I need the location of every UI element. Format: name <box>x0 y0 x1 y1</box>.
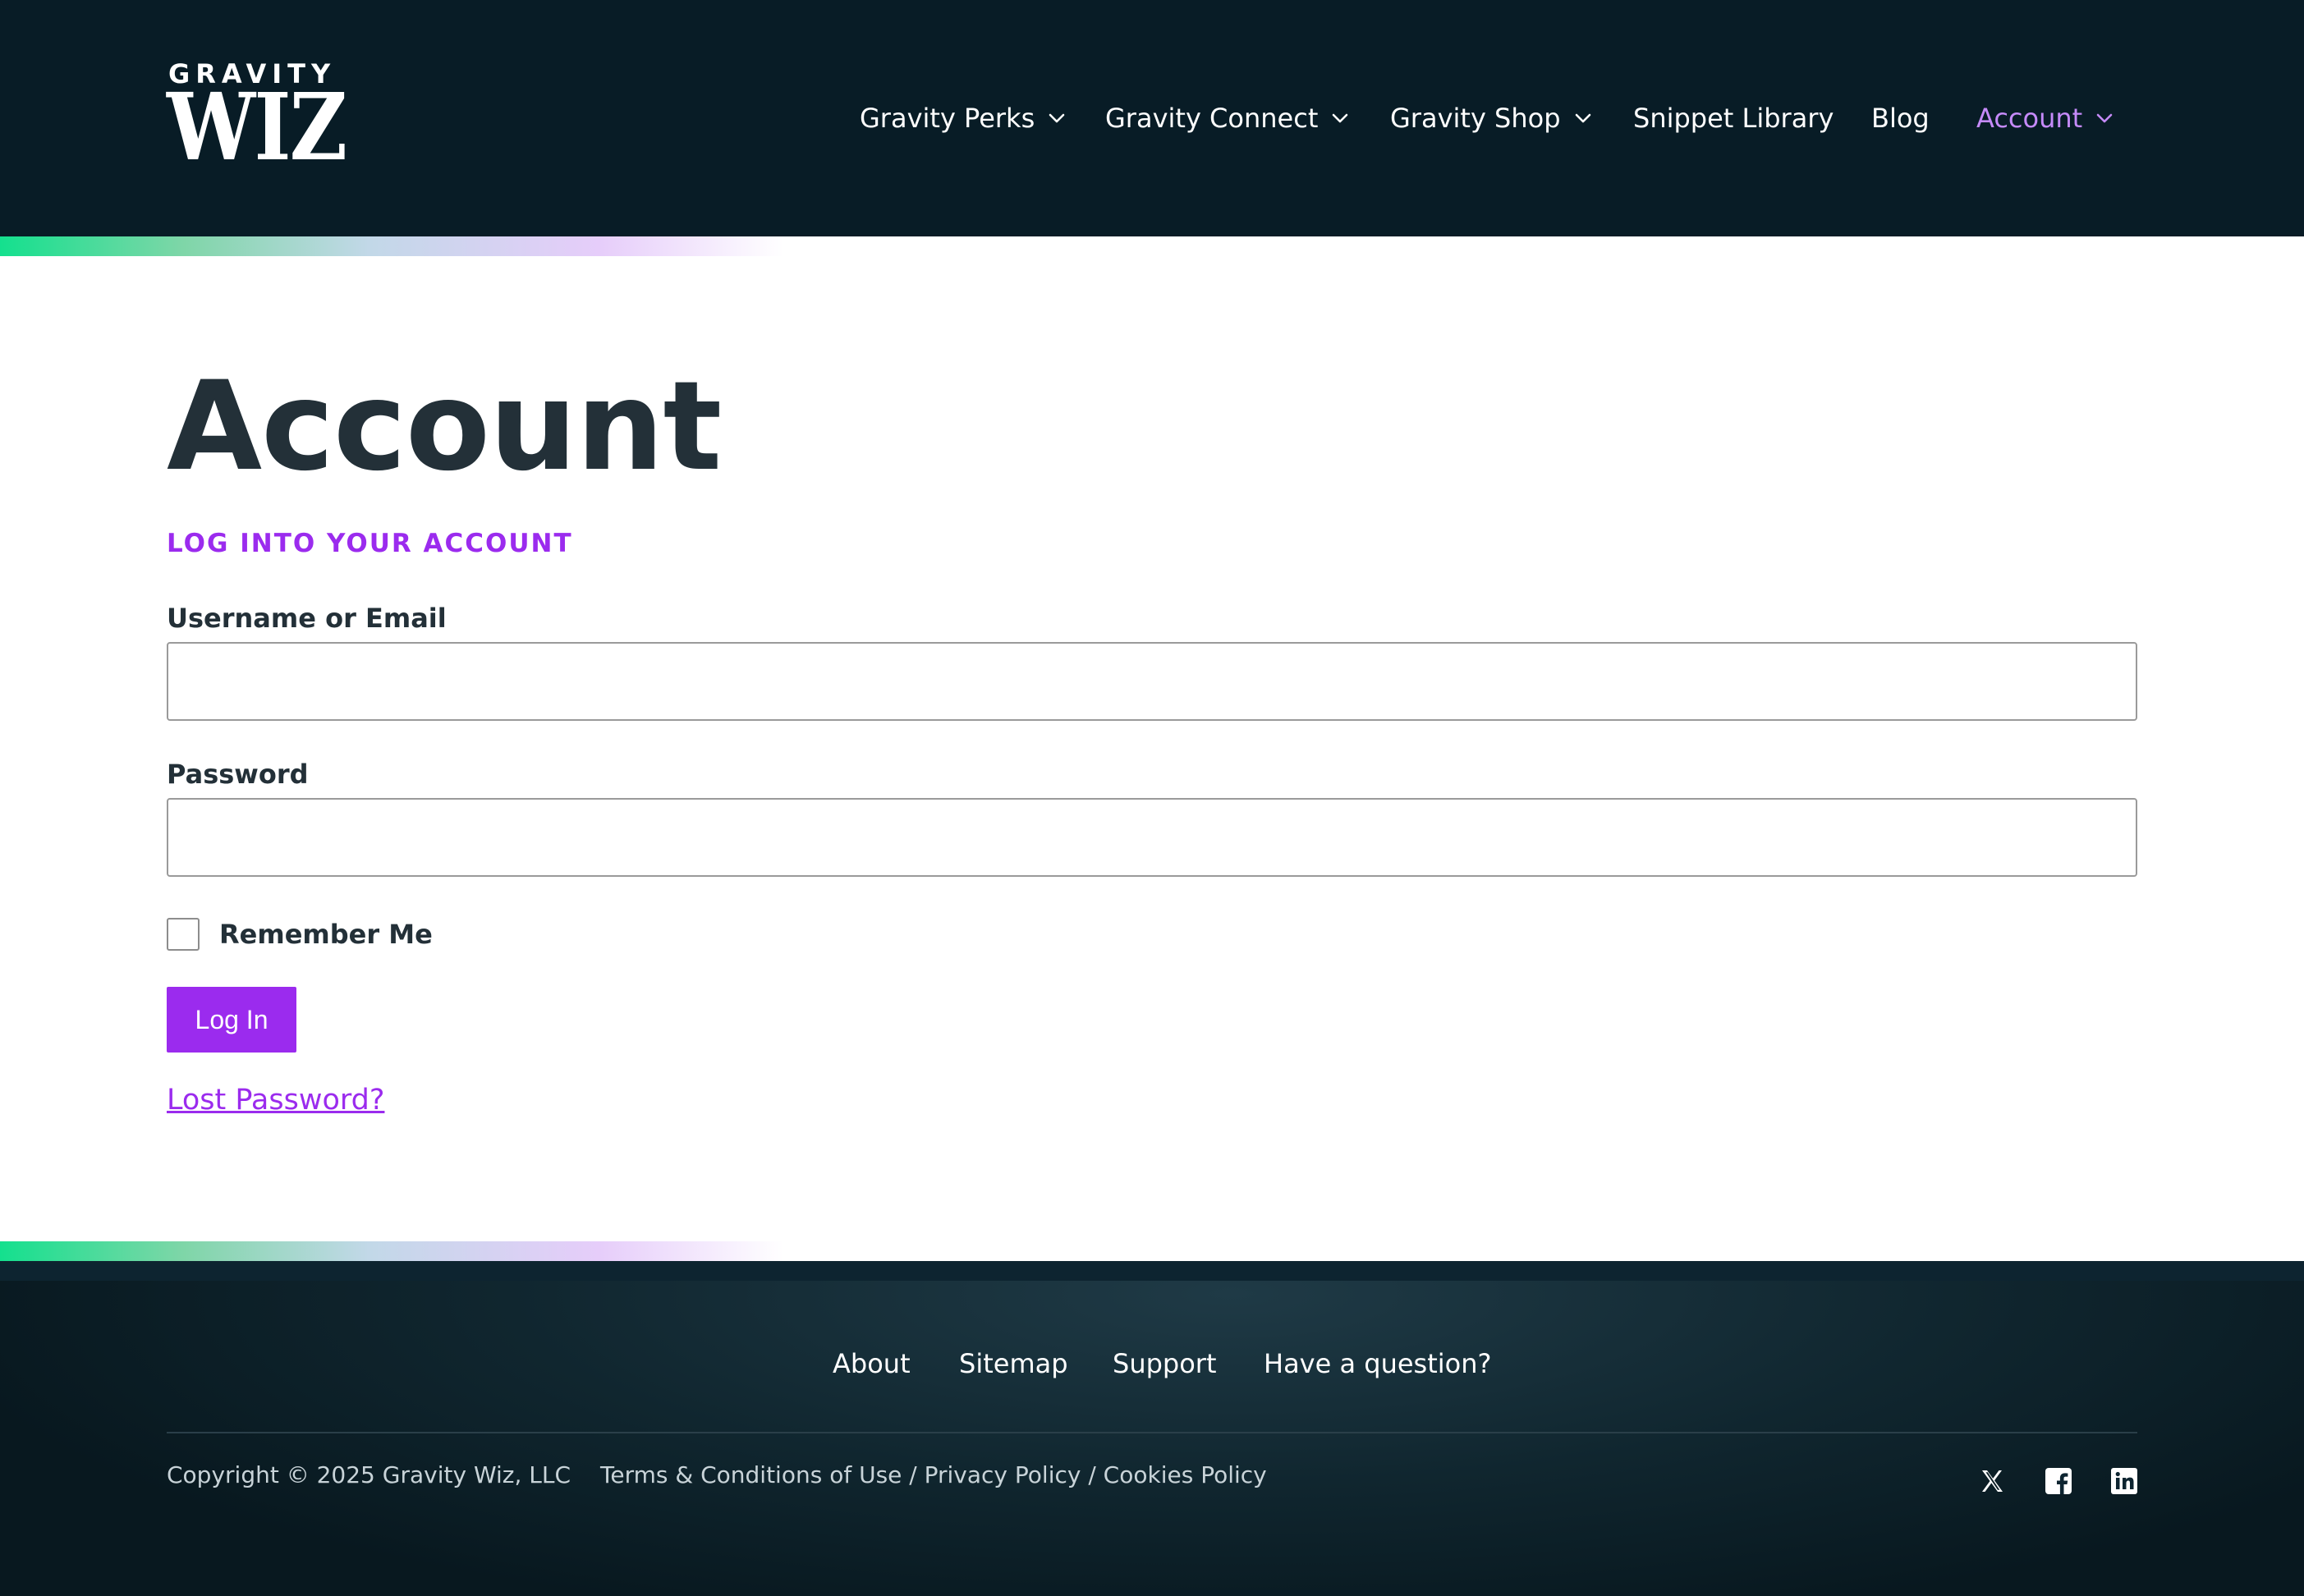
lost-password-link[interactable]: Lost Password? <box>167 1084 384 1117</box>
remember-me-label[interactable]: Remember Me <box>219 919 433 950</box>
nav-item-blog[interactable]: Blog <box>1871 95 1930 141</box>
copyright-text: Copyright © 2025 Gravity Wiz, LLC <box>167 1461 571 1488</box>
nav-item-gravity-shop[interactable]: Gravity Shop <box>1390 95 1594 141</box>
chevron-down-icon <box>1329 108 1351 129</box>
footer-nav: About Sitemap Support Have a question? <box>0 1348 2304 1394</box>
nav-item-label: Gravity Perks <box>860 103 1035 134</box>
footer-gradient-stripe <box>0 1241 2304 1281</box>
footer-link-about[interactable]: About <box>833 1348 911 1379</box>
chevron-down-icon <box>1572 108 1594 129</box>
site-footer: About Sitemap Support Have a question? C… <box>0 1261 2304 1596</box>
nav-item-label: Snippet Library <box>1633 103 1834 134</box>
password-input[interactable] <box>167 798 2137 877</box>
legal-links[interactable]: Terms & Conditions of Use / Privacy Poli… <box>600 1461 1267 1488</box>
main-nav: Gravity Perks Gravity Connect Gravity Sh… <box>0 95 2304 141</box>
nav-item-gravity-connect[interactable]: Gravity Connect <box>1105 95 1351 141</box>
username-label: Username or Email <box>167 603 447 634</box>
footer-link-question[interactable]: Have a question? <box>1264 1348 1491 1379</box>
footer-link-sitemap[interactable]: Sitemap <box>959 1348 1068 1379</box>
login-button[interactable]: Log In <box>167 987 296 1053</box>
page-title: Account <box>167 355 722 498</box>
password-label: Password <box>167 759 309 790</box>
facebook-icon[interactable] <box>2044 1466 2073 1496</box>
nav-item-label: Gravity Shop <box>1390 103 1561 134</box>
nav-item-gravity-perks[interactable]: Gravity Perks <box>860 95 1067 141</box>
nav-item-account[interactable]: Account <box>1976 95 2115 141</box>
username-input[interactable] <box>167 642 2137 721</box>
site-header: GRAVITY WIZ Gravity Perks Gravity Connec… <box>0 0 2304 236</box>
nav-item-label: Gravity Connect <box>1105 103 1319 134</box>
x-icon[interactable] <box>1977 1466 2007 1496</box>
footer-link-support[interactable]: Support <box>1113 1348 1217 1379</box>
nav-item-label: Blog <box>1871 103 1930 134</box>
chevron-down-icon <box>2094 108 2115 129</box>
remember-me-checkbox[interactable] <box>167 918 200 951</box>
section-heading: LOG INTO YOUR ACCOUNT <box>167 529 573 558</box>
footer-divider <box>167 1432 2137 1433</box>
remember-me-row: Remember Me <box>167 916 433 952</box>
linkedin-icon[interactable] <box>2109 1466 2139 1496</box>
header-gradient-stripe <box>0 217 2304 256</box>
nav-item-snippet-library[interactable]: Snippet Library <box>1633 95 1834 141</box>
nav-item-label: Account <box>1976 103 2083 134</box>
chevron-down-icon <box>1046 108 1067 129</box>
